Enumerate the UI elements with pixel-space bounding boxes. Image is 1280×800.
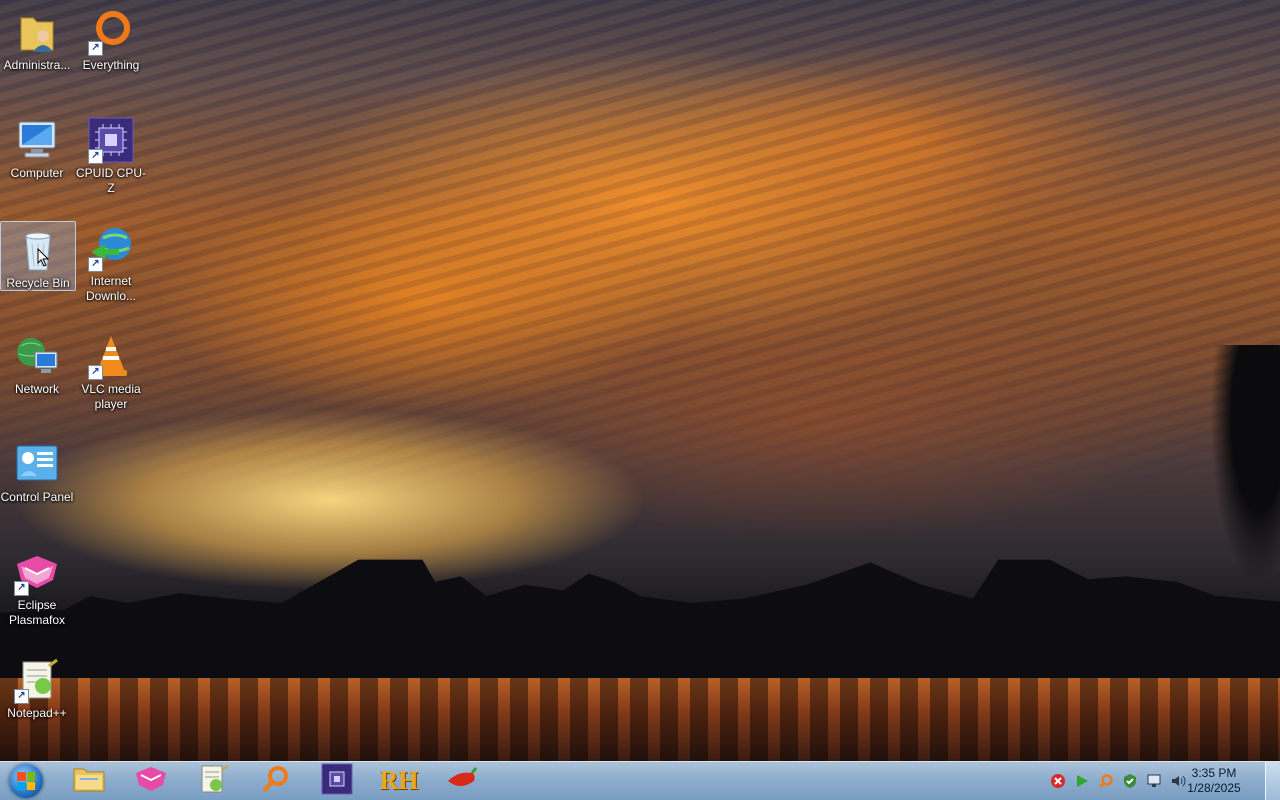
clock-date: 1/28/2025 — [1187, 781, 1241, 795]
taskbar-clock[interactable]: 3:35 PM 1/28/2025 — [1174, 766, 1254, 796]
computer-icon — [13, 116, 61, 164]
eclipse-plasmafox-icon: ↗ — [13, 548, 61, 596]
desktop-icon-label: Computer — [10, 166, 64, 180]
tray-x-icon[interactable] — [1050, 773, 1066, 789]
windows-flag-icon — [17, 772, 35, 790]
desktop-icon-everything[interactable]: ↗ Everything — [74, 4, 148, 73]
control-panel-icon — [13, 440, 61, 488]
desktop-icon-cpuz[interactable]: ↗ CPUID CPU-Z — [74, 112, 148, 196]
desktop-icon-label: Notepad++ — [7, 706, 67, 720]
tray-shield-check-icon[interactable] — [1122, 773, 1138, 789]
desktop-icon-control-panel[interactable]: Control Panel — [0, 436, 74, 505]
desktop-icon-label: Everything — [82, 58, 140, 72]
taskbar-item-pepper[interactable] — [435, 764, 487, 798]
shortcut-arrow-icon: ↗ — [88, 149, 103, 164]
desktop-icon-computer[interactable]: Computer — [0, 112, 74, 181]
desktop-icon-eclipse-plasmafox[interactable]: ↗ Eclipse Plasmafox — [0, 544, 74, 628]
desktop-icon-label: VLC media player — [81, 382, 141, 411]
cpuz-icon — [321, 763, 353, 800]
taskbar-item-file-explorer[interactable] — [63, 764, 115, 798]
desktop-icon-label: Internet Downlo... — [85, 274, 137, 303]
wallpaper-tree — [1210, 345, 1280, 585]
desktop-icon-internet-download-manager[interactable]: ↗ Internet Downlo... — [74, 220, 148, 304]
desktop-icon-administrator[interactable]: Administra... — [0, 4, 74, 73]
cpuz-icon: ↗ — [87, 116, 135, 164]
desktop-icon-label: Network — [14, 382, 59, 396]
desktop-icon-label: Eclipse Plasmafox — [8, 598, 66, 627]
taskbar-item-everything[interactable] — [249, 764, 301, 798]
resource-hacker-icon: RH — [379, 766, 419, 795]
pepper-icon — [444, 765, 478, 798]
taskbar-item-notepad-plus-plus[interactable] — [187, 764, 239, 798]
shortcut-arrow-icon: ↗ — [14, 689, 29, 704]
shortcut-arrow-icon: ↗ — [88, 257, 103, 272]
desktop-icon-label: Administra... — [3, 58, 71, 72]
desktop-icon-notepad-plus-plus[interactable]: ↗ Notepad++ — [0, 652, 74, 721]
taskbar-item-cpuz[interactable] — [311, 763, 363, 800]
shortcut-arrow-icon: ↗ — [14, 581, 29, 596]
shortcut-arrow-icon: ↗ — [88, 41, 103, 56]
desktop-icon-vlc[interactable]: ↗ VLC media player — [74, 328, 148, 412]
everything-search-icon: ↗ — [87, 8, 135, 56]
tray-network-icon[interactable] — [1146, 773, 1162, 789]
eclipse-plasmafox-icon — [134, 765, 168, 798]
tray-search-icon[interactable] — [1098, 773, 1114, 789]
file-explorer-icon — [72, 765, 106, 798]
wallpaper-skyline — [0, 559, 1280, 680]
show-desktop-button[interactable] — [1265, 762, 1280, 800]
taskbar-item-eclipse-plasmafox[interactable] — [125, 764, 177, 798]
desktop-icon-network[interactable]: Network — [0, 328, 74, 397]
clock-time: 3:35 PM — [1191, 766, 1237, 780]
notepad-plus-plus-icon: ↗ — [13, 656, 61, 704]
tray-play-icon[interactable] — [1074, 773, 1090, 789]
desktop-icon-label: Recycle Bin — [6, 276, 70, 290]
taskbar: RH 3:35 PM 1/28/2025 — [0, 761, 1280, 800]
desktop-icon-label: CPUID CPU-Z — [75, 166, 146, 195]
wallpaper-water — [0, 678, 1280, 762]
taskbar-item-resource-hacker[interactable]: RH — [373, 764, 425, 798]
notepad-plus-plus-icon — [196, 764, 230, 799]
network-icon — [13, 332, 61, 380]
shortcut-arrow-icon: ↗ — [88, 365, 103, 380]
start-button[interactable] — [6, 763, 46, 799]
everything-search-icon — [258, 764, 292, 799]
mouse-cursor-icon — [37, 247, 50, 267]
desktop-icon-label: Control Panel — [0, 490, 74, 504]
internet-download-manager-icon: ↗ — [87, 224, 135, 272]
user-folder-icon — [13, 8, 61, 56]
vlc-icon: ↗ — [87, 332, 135, 380]
